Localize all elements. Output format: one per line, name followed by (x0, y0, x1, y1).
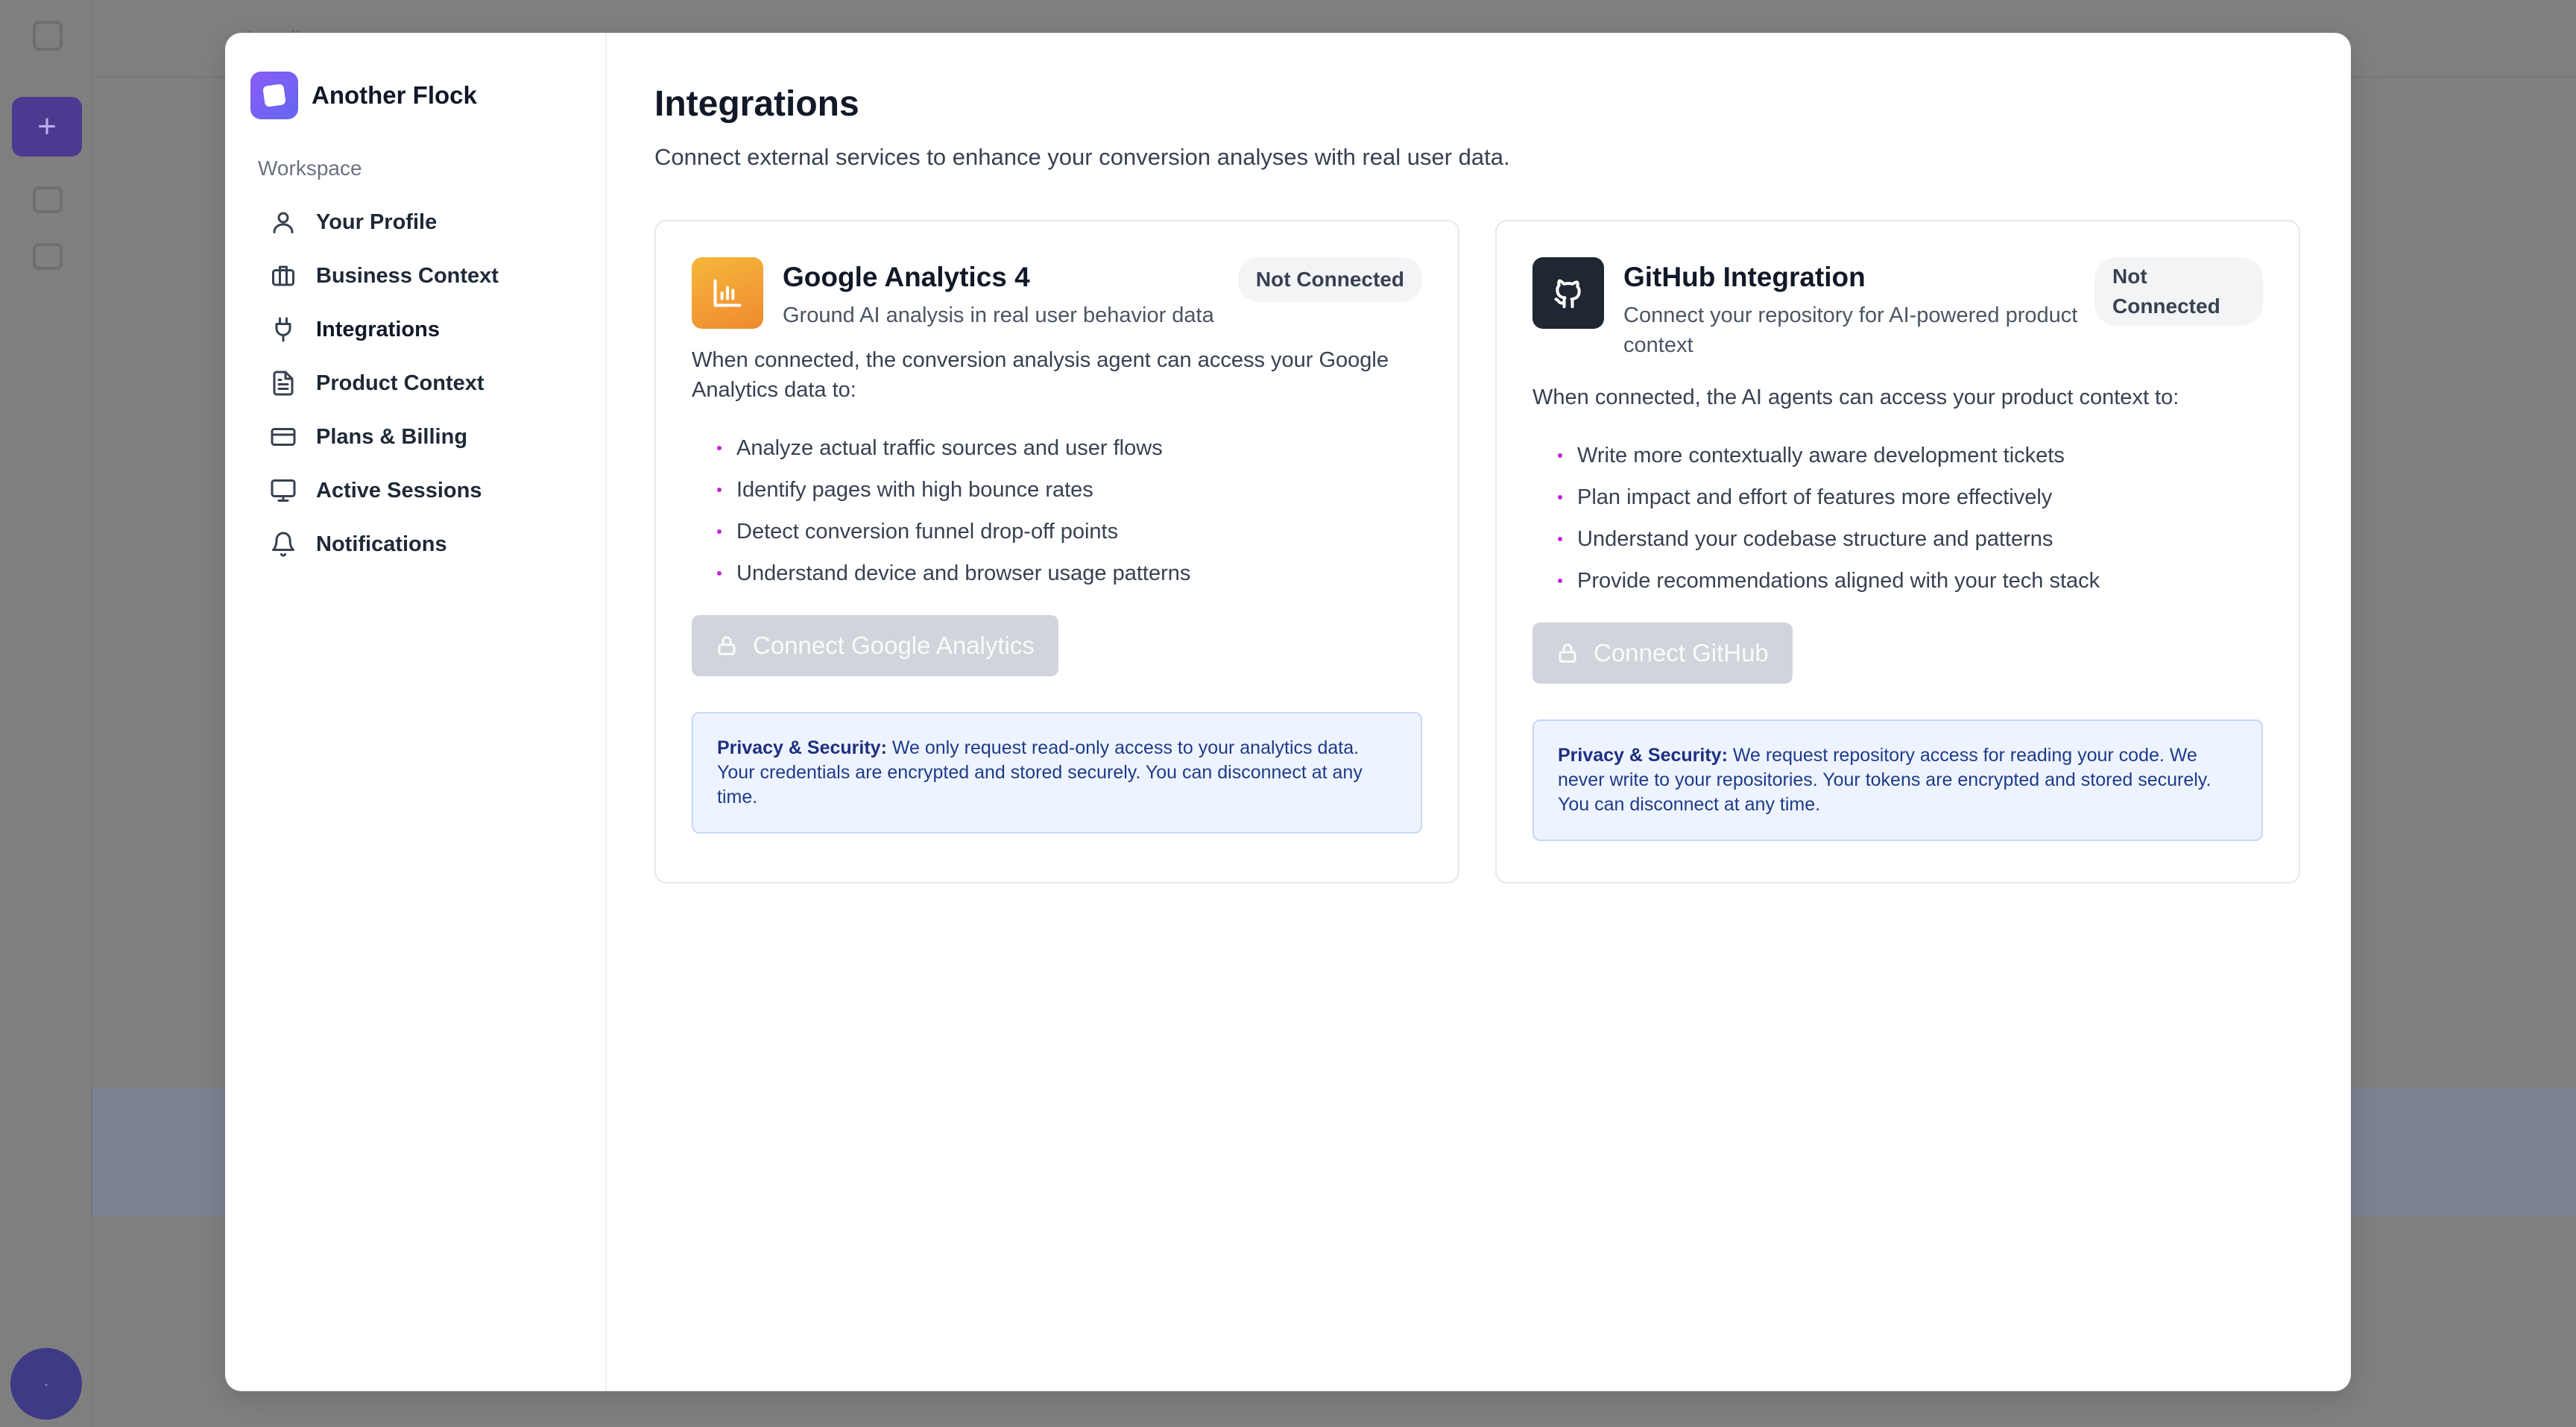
card-subtitle: Ground AI analysis in real user behavior… (783, 303, 1214, 327)
list-item: Identify pages with high bounce rates (692, 469, 1422, 511)
settings-modal: Another Flock Workspace Your Profile Bus… (225, 33, 2351, 1391)
feature-list: Analyze actual traffic sources and user … (692, 427, 1422, 594)
lock-icon (718, 636, 736, 655)
sidebar-item-label: Plans & Billing (316, 424, 468, 449)
briefcase-icon (270, 262, 297, 289)
new-item-icon: + (12, 97, 82, 157)
card-description: When connected, the conversion analysis … (692, 348, 1389, 402)
avatar: · (10, 1348, 82, 1420)
google-analytics-card: Google Analytics 4 Ground AI analysis in… (654, 220, 1459, 883)
sidebar-item-label: Business Context (316, 263, 499, 288)
status-badge: Not Connected (1237, 257, 1422, 302)
connect-google-analytics-button[interactable]: Connect Google Analytics (692, 615, 1058, 676)
settings-nav: Your Profile Business Context Integratio… (250, 195, 605, 571)
card-title: GitHub Integration (1623, 262, 1866, 292)
sidebar-item-business-context[interactable]: Business Context (250, 249, 583, 303)
integrations-panel: Integrations Connect external services t… (607, 33, 2351, 1391)
list-item: Understand device and browser usage patt… (692, 552, 1422, 594)
sidebar-item-your-profile[interactable]: Your Profile (250, 195, 583, 249)
workspace-brand: Another Flock (250, 72, 605, 119)
list-item: Understand your codebase structure and p… (1532, 518, 2263, 560)
workspace-name: Another Flock (312, 81, 477, 109)
sidebar-item-label: Product Context (316, 371, 484, 395)
user-icon (270, 209, 297, 236)
card-header: Google Analytics 4 Ground AI analysis in… (692, 257, 1422, 330)
bell-icon (270, 531, 297, 558)
sidebar-item-integrations[interactable]: Integrations (250, 303, 583, 356)
rail-icon-2 (33, 243, 63, 270)
connect-github-button[interactable]: Connect GitHub (1532, 623, 1793, 684)
card-description: When connected, the AI agents can access… (1532, 385, 2179, 409)
page-subtitle: Connect external services to enhance you… (654, 144, 1510, 170)
privacy-notice: Privacy & Security: We request repositor… (1532, 719, 2263, 841)
background-rail: + · (0, 0, 92, 1427)
list-item: Plan impact and effort of features more … (1532, 476, 2263, 518)
sidebar-item-label: Notifications (316, 532, 447, 556)
feature-list: Write more contextually aware developmen… (1532, 435, 2263, 602)
list-item: Write more contextually aware developmen… (1532, 435, 2263, 476)
status-badge: Not Connected (2094, 257, 2263, 326)
list-item: Detect conversion funnel drop-off points (692, 511, 1422, 552)
rail-icon-1 (33, 186, 63, 213)
lock-icon (1559, 643, 1576, 663)
github-card: GitHub Integration Connect your reposito… (1495, 220, 2300, 883)
analytics-chart-icon (692, 257, 763, 329)
workspace-logo-icon (250, 72, 298, 119)
button-label: Connect Google Analytics (753, 631, 1035, 659)
card-header: GitHub Integration Connect your reposito… (1532, 257, 2263, 360)
sidebar-item-plans-billing[interactable]: Plans & Billing (250, 410, 583, 464)
list-item: Provide recommendations aligned with you… (1532, 560, 2263, 602)
monitor-icon (270, 477, 297, 504)
card-subtitle: Connect your repository for AI-powered p… (1623, 303, 2078, 357)
sidebar-item-label: Active Sessions (316, 478, 482, 503)
github-icon (1532, 257, 1604, 329)
document-icon (270, 370, 297, 397)
sidebar-item-notifications[interactable]: Notifications (250, 517, 583, 571)
integration-cards: Google Analytics 4 Ground AI analysis in… (654, 220, 2303, 883)
credit-card-icon (270, 423, 297, 450)
card-title: Google Analytics 4 (783, 262, 1030, 292)
sidebar-item-product-context[interactable]: Product Context (250, 356, 583, 410)
privacy-notice: Privacy & Security: We only request read… (692, 712, 1422, 834)
card-titles: Google Analytics 4 Ground AI analysis in… (783, 257, 1260, 330)
plug-icon (270, 316, 297, 343)
privacy-label: Privacy & Security: (1558, 745, 1728, 766)
section-label: Workspace (258, 157, 362, 180)
settings-sidebar: Another Flock Workspace Your Profile Bus… (225, 33, 607, 1391)
page-title: Integrations (654, 84, 859, 124)
privacy-label: Privacy & Security: (717, 737, 887, 758)
button-label: Connect GitHub (1594, 639, 1769, 667)
list-item: Analyze actual traffic sources and user … (692, 427, 1422, 469)
card-titles: GitHub Integration Connect your reposito… (1623, 257, 2100, 360)
sidebar-item-label: Integrations (316, 317, 440, 341)
sidebar-item-label: Your Profile (316, 210, 438, 234)
sidebar-toggle-icon (33, 21, 63, 51)
sidebar-item-active-sessions[interactable]: Active Sessions (250, 464, 583, 517)
